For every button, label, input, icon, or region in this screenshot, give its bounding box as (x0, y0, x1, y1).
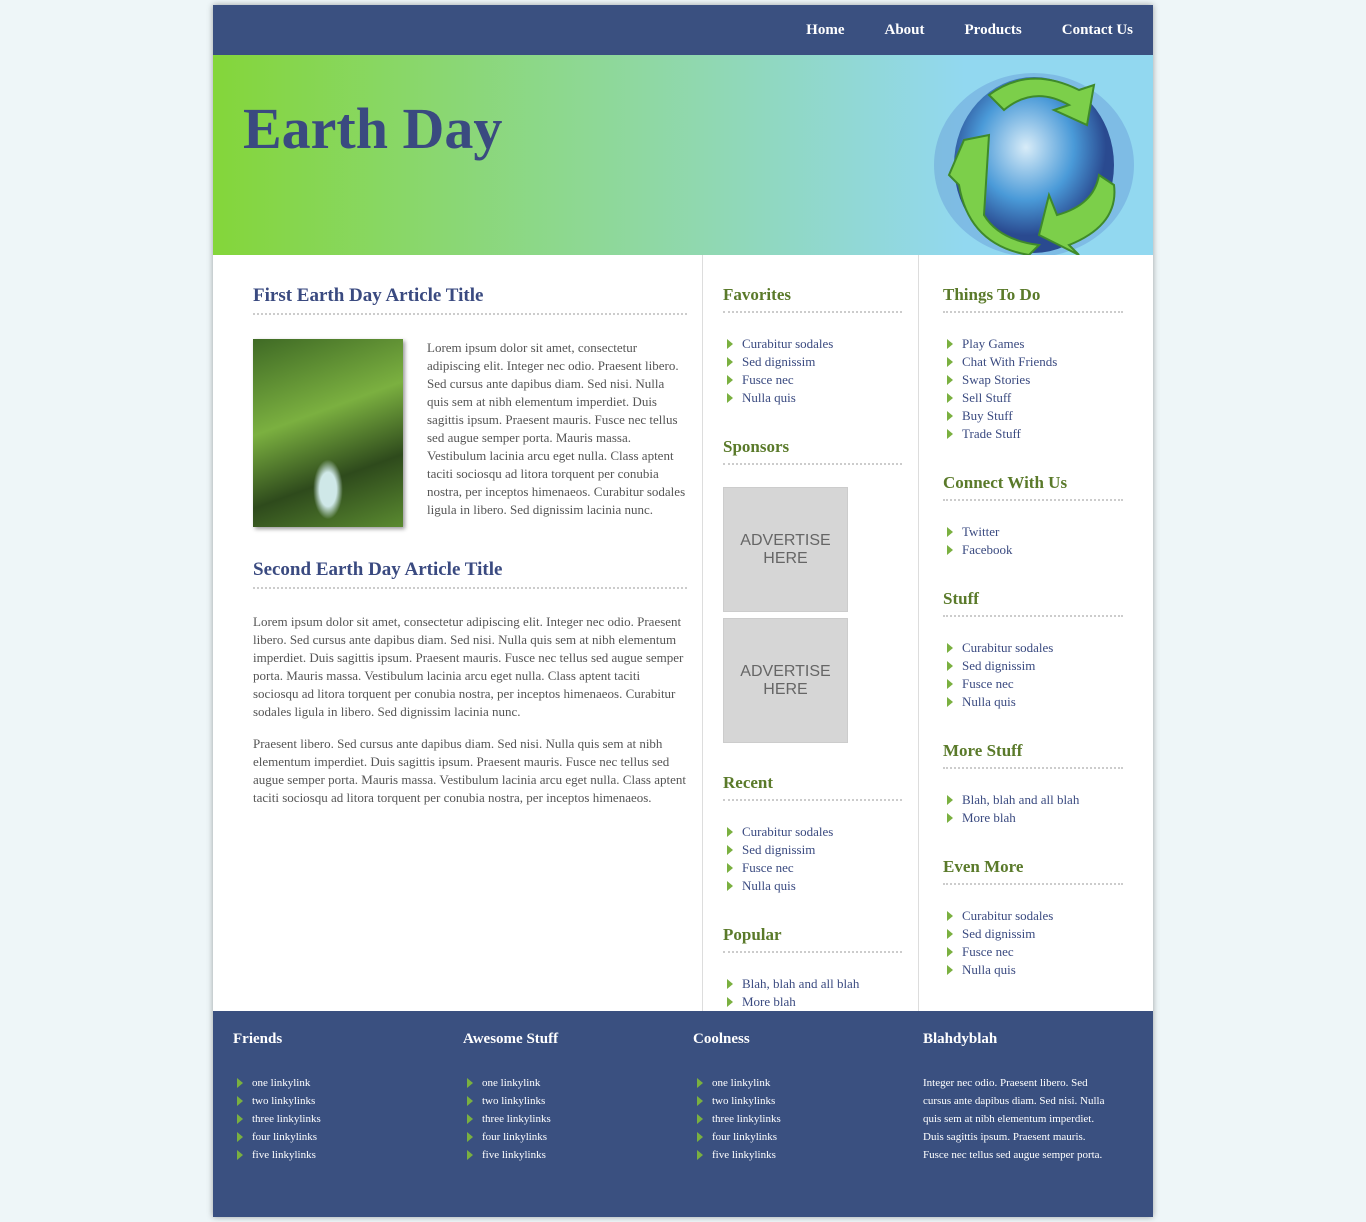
article-text: Lorem ipsum dolor sit amet, consectetur … (427, 340, 686, 517)
footer-column: Coolness one linkylink two linkylinks three… (693, 1031, 923, 1217)
list-link[interactable]: Play Games (943, 335, 1123, 353)
list-link[interactable]: three linkylinks (233, 1110, 463, 1128)
article-text: Lorem ipsum dolor sit amet, consectetur … (253, 614, 684, 719)
nav-contact[interactable]: Contact Us (1062, 22, 1133, 39)
nav-about[interactable]: About (885, 22, 925, 39)
recycle-globe-icon (934, 73, 1134, 255)
page: Home About Products Contact Us Earth Day… (213, 5, 1153, 1217)
hero-banner: Earth Day (213, 55, 1153, 255)
article-text: Praesent libero. Sed cursus ante dapibus… (253, 736, 686, 805)
list-link[interactable]: Blah, blah and all blah (943, 791, 1123, 809)
top-nav: Home About Products Contact Us (213, 5, 1153, 55)
list-link[interactable]: four linkylinks (233, 1128, 463, 1146)
list-link[interactable]: five linkylinks (463, 1146, 693, 1164)
list-link[interactable]: Sed dignissim (943, 657, 1123, 675)
footer-column: Blahdyblah Integer nec odio. Praesent lib… (923, 1031, 1153, 1217)
list-link[interactable]: one linkylink (463, 1074, 693, 1092)
list-link[interactable]: two linkylinks (693, 1092, 923, 1110)
list-link[interactable]: two linkylinks (463, 1092, 693, 1110)
list-link[interactable]: Nulla quis (943, 693, 1123, 711)
list-link[interactable]: More blah (723, 993, 902, 1011)
list-link[interactable]: Sed dignissim (723, 841, 902, 859)
list-link[interactable]: three linkylinks (693, 1110, 923, 1128)
article-title: Second Earth Day Article Title (253, 559, 687, 589)
footer-heading: Awesome Stuff (463, 1031, 559, 1047)
list-link[interactable]: Curabitur sodales (943, 907, 1123, 925)
list-link[interactable]: Fusce nec (943, 675, 1123, 693)
footer-text: Integer nec odio. Praesent libero. Sed c… (923, 1077, 1105, 1161)
sidebar-heading: More Stuff (943, 741, 1123, 769)
list-link[interactable]: four linkylinks (693, 1128, 923, 1146)
list-link[interactable]: Chat With Friends (943, 353, 1123, 371)
list-link[interactable]: Curabitur sodales (723, 823, 902, 841)
footer-column: Awesome Stuff one linkylink two linkylinks… (463, 1031, 693, 1217)
list-link[interactable]: Buy Stuff (943, 407, 1123, 425)
list-link[interactable]: Fusce nec (723, 859, 902, 877)
middle-sidebar: Favorites Curabitur sodales Sed dignissim… (703, 255, 919, 1011)
sidebar-heading: Stuff (943, 589, 1123, 617)
waterfall-image (253, 339, 403, 527)
favorites-heading: Favorites (723, 285, 902, 313)
footer-heading: Coolness (693, 1031, 750, 1047)
list-link[interactable]: Nulla quis (723, 877, 902, 895)
list-link[interactable]: Facebook (943, 541, 1123, 559)
sidebar-heading: Connect With Us (943, 473, 1123, 501)
footer: Friends one linkylink two linkylinks three … (213, 1011, 1153, 1217)
list-link[interactable]: Fusce nec (943, 943, 1123, 961)
list-link[interactable]: Blah, blah and all blah (723, 975, 902, 993)
list-link[interactable]: Sed dignissim (943, 925, 1123, 943)
list-link[interactable]: Fusce nec (723, 371, 902, 389)
list-link[interactable]: Curabitur sodales (723, 335, 902, 353)
list-link[interactable]: More blah (943, 809, 1123, 827)
nav-home[interactable]: Home (806, 22, 844, 39)
list-link[interactable]: four linkylinks (463, 1128, 693, 1146)
sidebar-heading: Things To Do (943, 285, 1123, 313)
content: First Earth Day Article Title Lorem ipsu… (213, 255, 1153, 1011)
right-sidebar: Things To Do Play Games Chat With Friends S… (919, 255, 1153, 1011)
list-link[interactable]: Sell Stuff (943, 389, 1123, 407)
list-link[interactable]: Swap Stories (943, 371, 1123, 389)
sponsors-heading: Sponsors (723, 437, 902, 465)
footer-column: Friends one linkylink two linkylinks three … (233, 1031, 463, 1217)
popular-heading: Popular (723, 925, 902, 953)
footer-heading: Friends (233, 1031, 283, 1047)
list-link[interactable]: Nulla quis (943, 961, 1123, 979)
site-title: Earth Day (243, 96, 503, 161)
list-link[interactable]: five linkylinks (233, 1146, 463, 1164)
list-link[interactable]: one linkylink (693, 1074, 923, 1092)
main-column: First Earth Day Article Title Lorem ipsu… (213, 255, 703, 1011)
nav-products[interactable]: Products (965, 22, 1022, 39)
recent-heading: Recent (723, 773, 902, 801)
list-link[interactable]: three linkylinks (463, 1110, 693, 1128)
ad-slot[interactable]: ADVERTISE HERE (723, 487, 848, 612)
article-title: First Earth Day Article Title (253, 285, 687, 315)
footer-heading: Blahdyblah (923, 1031, 998, 1047)
list-link[interactable]: two linkylinks (233, 1092, 463, 1110)
list-link[interactable]: Curabitur sodales (943, 639, 1123, 657)
sidebar-heading: Even More (943, 857, 1123, 885)
list-link[interactable]: Trade Stuff (943, 425, 1123, 443)
list-link[interactable]: Sed dignissim (723, 353, 902, 371)
list-link[interactable]: one linkylink (233, 1074, 463, 1092)
list-link[interactable]: five linkylinks (693, 1146, 923, 1164)
ad-slot[interactable]: ADVERTISE HERE (723, 618, 848, 743)
list-link[interactable]: Nulla quis (723, 389, 902, 407)
list-link[interactable]: Twitter (943, 523, 1123, 541)
